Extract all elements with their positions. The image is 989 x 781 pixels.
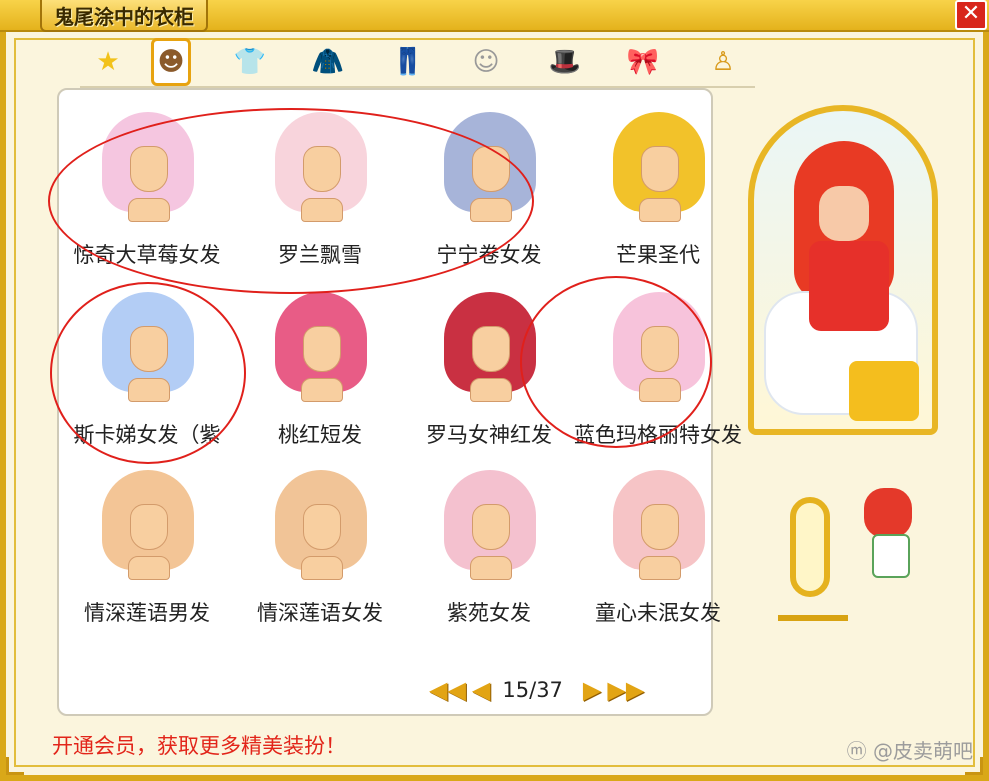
hair-item[interactable]: 蓝色玛格丽特女发 — [573, 284, 743, 464]
hair-item-label: 蓝色玛格丽特女发 — [574, 423, 742, 447]
corner-ornament — [6, 757, 24, 775]
hair-item-label: 罗兰飘雪 — [278, 243, 362, 267]
hair-thumbnail — [275, 470, 367, 582]
pants-icon[interactable]: 👖 — [388, 42, 428, 82]
mannequin-face — [641, 326, 679, 372]
mannequin-face — [303, 326, 341, 372]
item-grid-panel: ◀◀ ◀ 15/37 ▶ ▶▶ 惊奇大草莓女发 罗兰飘雪 宁宁卷女发 芒果圣代斯卡娣女… — [57, 88, 742, 716]
category-tabs: ★ ☻ 👕 🧥 👖 ☺ 🎩 🎀 ♙ — [80, 38, 755, 88]
hair-thumbnail — [275, 292, 367, 404]
hair-thumbnail — [444, 470, 536, 582]
preview-seat — [849, 361, 919, 421]
mannequin-neck — [470, 556, 512, 580]
hair-item[interactable]: 惊奇大草莓女发 — [62, 104, 232, 284]
mannequin-face — [130, 504, 168, 550]
mannequin-neck — [301, 198, 343, 222]
mannequin-neck — [301, 556, 343, 580]
mannequin-neck — [639, 198, 681, 222]
hair-item-label: 罗马女神红发 — [426, 423, 552, 447]
first-page-button[interactable]: ◀◀ — [429, 678, 466, 702]
coat-icon[interactable]: 🧥 — [308, 42, 348, 82]
character-preview-mirror — [748, 105, 938, 435]
hair-item-label: 情深莲语男发 — [84, 601, 210, 625]
mini-hair — [864, 488, 912, 538]
mannequin-face — [303, 146, 341, 192]
hair-item[interactable]: 情深莲语男发 — [62, 462, 232, 642]
mannequin-neck — [470, 198, 512, 222]
hair-item-label: 芒果圣代 — [616, 243, 700, 267]
mini-body — [872, 534, 910, 578]
mini-character-avatar[interactable] — [858, 488, 918, 588]
mannequin-neck — [639, 556, 681, 580]
face-icon[interactable]: ☺ — [466, 42, 506, 82]
hair-item[interactable]: 罗兰飘雪 — [235, 104, 405, 284]
hair-thumbnail — [613, 470, 705, 582]
mannequin-face — [303, 504, 341, 550]
hair-thumbnail — [102, 292, 194, 404]
membership-promo-link[interactable]: 开通会员，获取更多精美装扮！ — [52, 730, 346, 760]
hair-item[interactable]: 桃红短发 — [235, 284, 405, 464]
mannequin-face — [641, 504, 679, 550]
hair-item[interactable]: 芒果圣代 — [573, 104, 743, 284]
hair-item[interactable]: 紫苑女发 — [404, 462, 574, 642]
hair-item[interactable]: 童心未泯女发 — [573, 462, 743, 642]
hair-item-label: 宁宁卷女发 — [436, 243, 542, 267]
hair-icon[interactable]: ☻ — [151, 38, 191, 86]
hair-thumbnail — [613, 112, 705, 224]
hair-item[interactable]: 宁宁卷女发 — [404, 104, 574, 284]
hair-item-label: 紫苑女发 — [447, 601, 531, 625]
last-page-button[interactable]: ▶▶ — [607, 678, 644, 702]
mannequin-neck — [128, 198, 170, 222]
mannequin-face — [130, 146, 168, 192]
hair-thumbnail — [444, 112, 536, 224]
hair-item-label: 桃红短发 — [278, 423, 362, 447]
mannequin-neck — [128, 378, 170, 402]
body-icon[interactable]: ♙ — [703, 42, 743, 82]
hair-item-label: 斯卡娣女发（紫 — [73, 423, 221, 447]
title-tab: 鬼尾涂中的衣柜 — [40, 0, 208, 32]
close-button[interactable]: ✕ — [955, 0, 987, 30]
watermark: ⓜ @皮卖萌吧 — [846, 739, 973, 763]
hair-thumbnail — [444, 292, 536, 404]
mannequin-face — [472, 326, 510, 372]
mannequin-face — [472, 146, 510, 192]
star-icon[interactable]: ★ — [88, 42, 128, 82]
mannequin-neck — [301, 378, 343, 402]
hair-item-label: 童心未泯女发 — [595, 601, 721, 625]
hair-thumbnail — [102, 112, 194, 224]
page-indicator: 15/37 — [502, 678, 563, 702]
hair-thumbnail — [275, 112, 367, 224]
mannequin-neck — [128, 556, 170, 580]
hair-item[interactable]: 斯卡娣女发（紫 — [62, 284, 232, 464]
mirror-button[interactable] — [790, 497, 830, 597]
mirror-stand — [778, 595, 848, 621]
hair-item-label: 情深莲语女发 — [257, 601, 383, 625]
hair-item-label: 惊奇大草莓女发 — [73, 243, 221, 267]
mannequin-neck — [470, 378, 512, 402]
hair-thumbnail — [102, 470, 194, 582]
top-icon[interactable]: 👕 — [230, 42, 270, 82]
hair-item[interactable]: 情深莲语女发 — [235, 462, 405, 642]
preview-face — [819, 186, 869, 241]
hat-icon[interactable]: 🎩 — [545, 42, 585, 82]
pager: ◀◀ ◀ 15/37 ▶ ▶▶ — [429, 670, 644, 710]
accessory-icon[interactable]: 🎀 — [623, 42, 663, 82]
window-title: 鬼尾涂中的衣柜 — [54, 4, 194, 29]
mannequin-face — [130, 326, 168, 372]
mannequin-face — [472, 504, 510, 550]
preview-body — [809, 241, 889, 331]
next-page-button[interactable]: ▶ — [583, 678, 601, 702]
title-bar: 鬼尾涂中的衣柜 ✕ — [0, 0, 989, 32]
prev-page-button[interactable]: ◀ — [472, 678, 490, 702]
hair-thumbnail — [613, 292, 705, 404]
hair-item[interactable]: 罗马女神红发 — [404, 284, 574, 464]
mannequin-neck — [639, 378, 681, 402]
mannequin-face — [641, 146, 679, 192]
